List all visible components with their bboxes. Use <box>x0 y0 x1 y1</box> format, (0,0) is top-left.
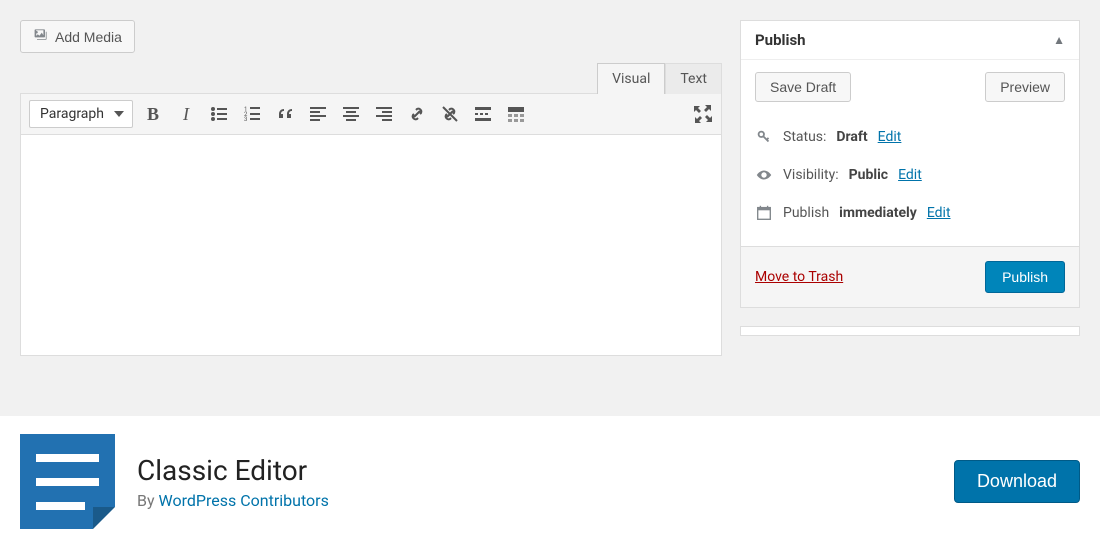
status-label: Status: <box>783 129 826 145</box>
plugin-byline: By WordPress Contributors <box>137 491 329 510</box>
unlink-icon[interactable] <box>440 104 460 124</box>
plugin-author-link[interactable]: WordPress Contributors <box>159 491 329 510</box>
move-to-trash-link[interactable]: Move to Trash <box>755 269 843 285</box>
status-row: Status: Draft Edit <box>755 118 1065 156</box>
eye-icon <box>755 166 773 184</box>
plugin-meta: Classic Editor By WordPress Contributors <box>137 454 329 510</box>
visibility-value: Public <box>849 167 888 183</box>
blockquote-icon[interactable] <box>275 104 295 124</box>
plugin-name: Classic Editor <box>137 454 329 487</box>
plugin-header-row: Classic Editor By WordPress Contributors… <box>0 416 1100 547</box>
schedule-row: Publish immediately Edit <box>755 194 1065 232</box>
visibility-label: Visibility: <box>783 167 839 183</box>
plugin-icon <box>20 434 115 529</box>
next-metabox-stub <box>740 326 1080 336</box>
toolbar-icons: B I 123 <box>143 104 683 124</box>
save-draft-button[interactable]: Save Draft <box>755 72 851 102</box>
link-icon[interactable] <box>407 104 427 124</box>
publish-button[interactable]: Publish <box>985 261 1065 293</box>
bullet-list-icon[interactable] <box>209 104 229 124</box>
status-edit-link[interactable]: Edit <box>878 129 902 145</box>
numbered-list-icon[interactable]: 123 <box>242 104 262 124</box>
collapse-icon[interactable]: ▲ <box>1053 33 1065 47</box>
editor-tabs: Visual Text <box>20 63 722 94</box>
tab-text[interactable]: Text <box>665 63 722 94</box>
download-button[interactable]: Download <box>954 460 1080 503</box>
toolbar-toggle-icon[interactable] <box>506 104 526 124</box>
format-select-label: Paragraph <box>40 106 104 122</box>
format-select[interactable]: Paragraph <box>29 100 133 128</box>
visibility-edit-link[interactable]: Edit <box>898 167 922 183</box>
editor-column: Add Media Visual Text Paragraph B I 123 <box>20 20 722 356</box>
svg-text:3: 3 <box>244 116 247 123</box>
publish-status-lines: Status: Draft Edit Visibility: Public Ed… <box>741 114 1079 246</box>
add-media-label: Add Media <box>55 29 122 45</box>
publish-title: Publish <box>755 31 806 49</box>
key-icon <box>755 128 773 146</box>
status-value: Draft <box>836 129 867 145</box>
publish-actions: Save Draft Preview <box>741 60 1079 114</box>
editor-box: Paragraph B I 123 <box>20 93 722 356</box>
fullscreen-icon[interactable] <box>693 104 713 124</box>
by-label: By <box>137 491 159 510</box>
tab-visual[interactable]: Visual <box>597 63 665 94</box>
preview-button[interactable]: Preview <box>985 72 1065 102</box>
publish-metabox: Publish ▲ Save Draft Preview Status: Dra… <box>740 20 1080 308</box>
publish-header: Publish ▲ <box>741 21 1079 60</box>
align-left-icon[interactable] <box>308 104 328 124</box>
read-more-icon[interactable] <box>473 104 493 124</box>
align-center-icon[interactable] <box>341 104 361 124</box>
editor-screenshot: Add Media Visual Text Paragraph B I 123 <box>0 0 1100 416</box>
visibility-row: Visibility: Public Edit <box>755 156 1065 194</box>
media-icon <box>33 27 49 46</box>
align-right-icon[interactable] <box>374 104 394 124</box>
italic-icon[interactable]: I <box>176 104 196 124</box>
publish-label: Publish <box>783 205 829 221</box>
publish-footer: Move to Trash Publish <box>741 246 1079 307</box>
bold-icon[interactable]: B <box>143 104 163 124</box>
publish-value: immediately <box>839 205 917 221</box>
add-media-button[interactable]: Add Media <box>20 20 135 53</box>
editor-content-area[interactable] <box>21 135 721 355</box>
schedule-edit-link[interactable]: Edit <box>927 205 951 221</box>
calendar-icon <box>755 204 773 222</box>
publish-column: Publish ▲ Save Draft Preview Status: Dra… <box>740 20 1080 356</box>
editor-toolbar: Paragraph B I 123 <box>21 94 721 135</box>
